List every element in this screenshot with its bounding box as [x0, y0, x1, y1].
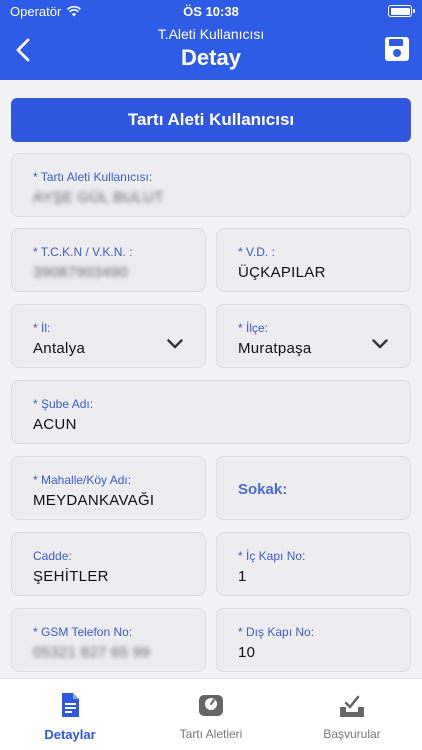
field-label: * Mahalle/Köy Adı:: [33, 473, 132, 487]
field-value: ÜÇKAPILAR: [238, 264, 326, 281]
field-value: ACUN: [33, 416, 77, 433]
tab-label: Tartı Aletleri: [179, 727, 243, 741]
tab-details[interactable]: Detaylar: [0, 679, 140, 750]
field-label: * İl:: [33, 321, 51, 335]
field-value: AYŞE GÜL BULUT: [33, 189, 164, 206]
status-bar: Operatör ÖS 10:38: [0, 0, 422, 22]
tab-scales[interactable]: Tartı Aletleri: [141, 679, 281, 750]
field-label: * V.D. :: [238, 245, 275, 259]
field-value: Muratpaşa: [238, 340, 312, 357]
chevron-down-icon: [372, 339, 388, 349]
battery-icon: [388, 5, 415, 17]
neighborhood-field[interactable]: * Mahalle/Köy Adı: MEYDANKAVAĞI: [11, 456, 206, 520]
tckn-field[interactable]: * T.C.K.N / V.K.N. : 39087903490: [11, 228, 206, 292]
field-label: * Dış Kapı No:: [238, 625, 315, 639]
header-subtitle: T.Aleti Kullanıcısı: [157, 26, 265, 42]
field-label: * İç Kapı No:: [238, 549, 306, 563]
field-value: MEYDANKAVAĞI: [33, 492, 155, 509]
field-label: Cadde:: [33, 549, 72, 563]
status-time: ÖS 10:38: [183, 4, 239, 19]
field-value: 05321 827 65 99: [33, 644, 151, 661]
section-title-button[interactable]: Tartı Aleti Kullanıcısı: [11, 98, 411, 142]
chevron-down-icon: [167, 339, 183, 349]
avenue-field[interactable]: Cadde: ŞEHİTLER: [11, 532, 206, 596]
inbox-check-icon: [340, 695, 364, 717]
field-value: ŞEHİTLER: [33, 568, 109, 585]
user-name-field[interactable]: * Tartı Aleti Kullanıcısı: AYŞE GÜL BULU…: [11, 153, 411, 217]
tab-label: Başvurular: [323, 727, 381, 741]
document-icon: [62, 693, 79, 717]
tab-bar: Detaylar Tartı Aletleri Başvurular: [0, 678, 422, 750]
field-label: * T.C.K.N / V.K.N. :: [33, 245, 133, 259]
branch-field[interactable]: * Şube Adı: ACUN: [11, 380, 411, 444]
street-field[interactable]: Sokak:: [216, 456, 411, 520]
app-header: Operatör ÖS 10:38 T.Aleti Kullanıcısı De…: [0, 0, 422, 80]
tab-label: Detaylar: [44, 727, 96, 742]
field-value: 39087903490: [33, 264, 129, 281]
gsm-field[interactable]: * GSM Telefon No: 05321 827 65 99: [11, 608, 206, 672]
province-select[interactable]: * İl: Antalya: [11, 304, 206, 368]
outer-door-field[interactable]: * Dış Kapı No: 10: [216, 608, 411, 672]
inner-door-field[interactable]: * İç Kapı No: 1: [216, 532, 411, 596]
save-icon[interactable]: [384, 36, 410, 62]
field-label: Sokak:: [238, 481, 288, 498]
field-label: * GSM Telefon No:: [33, 625, 133, 639]
field-label: * İlçe:: [238, 321, 269, 335]
field-value: Antalya: [33, 340, 86, 357]
tax-office-field[interactable]: * V.D. : ÜÇKAPILAR: [216, 228, 411, 292]
district-select[interactable]: * İlçe: Muratpaşa: [216, 304, 411, 368]
detail-form: Tartı Aleti Kullanıcısı * Tartı Aleti Ku…: [0, 80, 422, 678]
tab-applications[interactable]: Başvurular: [282, 679, 422, 750]
field-label: * Şube Adı:: [33, 397, 94, 411]
field-label: * Tartı Aleti Kullanıcısı:: [33, 170, 153, 184]
page-title: Detay: [181, 45, 241, 70]
field-value: 1: [238, 568, 247, 585]
field-value: 10: [238, 644, 256, 661]
scale-icon: [199, 695, 223, 716]
